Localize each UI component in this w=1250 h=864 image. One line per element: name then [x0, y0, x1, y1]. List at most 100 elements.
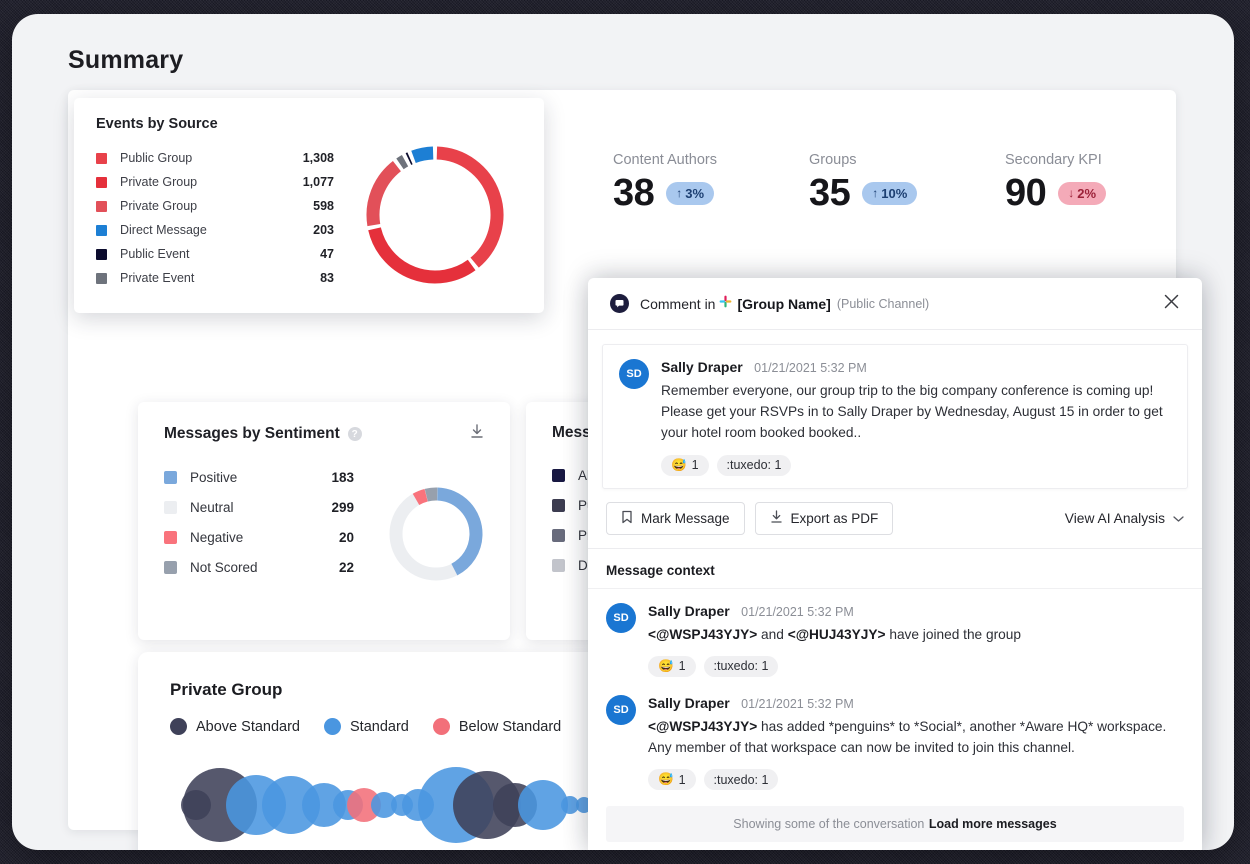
arrow-up-icon: ↑	[676, 186, 683, 200]
reaction-count: 1	[678, 772, 686, 787]
comment-prefix-label: Comment in	[640, 295, 716, 312]
mark-message-button[interactable]: Mark Message	[606, 501, 745, 535]
emoji-icon: 😅	[671, 457, 687, 472]
legend-label: Private Event	[120, 271, 195, 285]
bookmark-icon	[621, 510, 633, 527]
message-context-title: Message context	[588, 549, 1202, 589]
kpi-delta-value: 10%	[881, 185, 908, 201]
legend-value: 83	[320, 271, 334, 285]
kpi-value: 35	[809, 172, 851, 214]
legend-swatch	[164, 500, 177, 514]
help-icon[interactable]: ?	[347, 427, 362, 441]
legend-item: Negative 20	[164, 522, 354, 552]
donut-segment	[411, 146, 434, 164]
legend-value: 598	[313, 199, 334, 213]
kpi-label: Groups	[809, 152, 857, 168]
legend-swatch	[164, 560, 177, 574]
legend-label: Neutral	[190, 499, 234, 515]
legend-value: 1,077	[302, 175, 334, 189]
comment-bubble-icon	[610, 294, 629, 313]
bubble-legend: Above Standard Standard Below Standard	[170, 718, 601, 735]
legend-label: Positive	[190, 469, 238, 485]
export-pdf-button[interactable]: Export as PDF	[754, 501, 894, 535]
comment-panel-header: Comment in [Group Name] (Public Channel)	[588, 278, 1202, 330]
legend-value: 299	[331, 499, 354, 515]
reaction-chip[interactable]: 😅 1	[661, 454, 709, 476]
legend-dot	[170, 718, 187, 735]
kpi-label: Secondary KPI	[1005, 152, 1102, 168]
legend-item: Public Group 1,308	[96, 146, 334, 170]
events-donut-chart	[366, 146, 504, 284]
kpi-label: Content Authors	[613, 152, 717, 168]
legend-value: 1,308	[302, 151, 334, 165]
message-author: Sally Draper	[648, 694, 730, 711]
card-title: Messages by Sentiment	[164, 425, 340, 442]
legend-value: 47	[320, 247, 334, 261]
app-window: Summary Content Authors 38 ↑ 3% Groups 3…	[12, 14, 1234, 850]
legend-value: 22	[338, 559, 354, 575]
view-ai-analysis-label: View AI Analysis	[1064, 510, 1165, 526]
context-message: SD Sally Draper 01/21/2021 5:32 PM <@WSP…	[588, 681, 1202, 794]
kpi-value: 90	[1005, 172, 1047, 214]
avatar: SD	[606, 602, 636, 633]
reaction-chip[interactable]: :tuxedo: 1	[703, 655, 779, 677]
mark-message-label: Mark Message	[641, 510, 730, 526]
view-ai-analysis-dropdown[interactable]: View AI Analysis	[1065, 511, 1184, 526]
message-text-mid: and	[761, 626, 784, 642]
bubble-chart	[181, 767, 592, 843]
message-author: Sally Draper	[648, 602, 730, 619]
download-icon[interactable]	[470, 424, 484, 444]
legend-item: Not Scored 22	[164, 552, 354, 582]
legend-swatch	[96, 200, 107, 212]
message-text-tail: have joined the group	[889, 626, 1021, 642]
sentiment-legend: Positive 183 Neutral 299 Negative 20 Not…	[164, 462, 354, 582]
legend-dot	[324, 718, 341, 735]
reaction-chip[interactable]: 😅 1	[648, 769, 696, 791]
reaction-count: :tuxedo: 1	[713, 659, 769, 674]
arrow-down-icon: ↓	[1068, 186, 1075, 200]
legend-value: 203	[313, 223, 334, 237]
reaction-chip[interactable]: :tuxedo: 1	[716, 454, 792, 476]
close-icon[interactable]	[1163, 293, 1180, 315]
private-group-bubble-card: Private Group Above Standard Standard Be…	[138, 652, 633, 850]
legend-label: Standard	[350, 718, 409, 735]
legend-swatch	[96, 224, 107, 236]
legend-label: Public Event	[120, 247, 190, 261]
legend-item: Standard	[324, 718, 409, 735]
message-timestamp: 01/21/2021 5:32 PM	[741, 696, 854, 711]
legend-item: Below Standard	[432, 718, 561, 735]
kpi-strip: Content Authors 38 ↑ 3% Groups 35 ↑ 10% …	[613, 152, 1153, 262]
load-more-messages-link[interactable]: Load more messages	[929, 817, 1057, 831]
legend-item: Direct Message 203	[96, 218, 334, 242]
load-more-footer[interactable]: Showing some of the conversation Load mo…	[606, 806, 1184, 843]
message-timestamp: 01/21/2021 5:32 PM	[754, 361, 867, 375]
comment-panel-actions: Mark Message Export as PDF View AI Analy…	[588, 489, 1202, 549]
legend-dot	[432, 718, 450, 735]
reaction-chip[interactable]: :tuxedo: 1	[703, 769, 779, 791]
context-message: SD Sally Draper 01/21/2021 5:32 PM <@WSP…	[588, 589, 1202, 681]
legend-value: 20	[338, 529, 354, 545]
reaction-chip[interactable]: 😅 1	[648, 655, 696, 677]
channel-type-label: (Public Channel)	[836, 296, 930, 311]
page-title: Summary	[68, 46, 184, 74]
arrow-up-icon: ↑	[872, 186, 879, 200]
comment-panel: Comment in [Group Name] (Public Channel)	[588, 278, 1202, 850]
kpi-delta-value: 3%	[685, 185, 705, 201]
legend-swatch	[164, 530, 177, 544]
legend-value: 183	[331, 469, 354, 485]
kpi-delta-badge: ↓ 2%	[1058, 181, 1107, 205]
kpi-value: 38	[613, 172, 655, 214]
primary-message: SD Sally Draper 01/21/2021 5:32 PM Remem…	[602, 344, 1188, 489]
avatar: SD	[619, 359, 649, 389]
donut-segment	[368, 227, 476, 284]
kpi-delta-badge: ↑ 3%	[666, 181, 715, 205]
donut-segment	[396, 155, 409, 170]
sentiment-donut-chart	[389, 487, 483, 581]
legend-swatch	[96, 272, 107, 284]
bubble-point[interactable]	[518, 780, 568, 830]
reaction-count: :tuxedo: 1	[713, 772, 769, 787]
message-text: Remember everyone, our group trip to the…	[661, 383, 1163, 441]
reaction-count: 1	[678, 659, 686, 674]
card-header: Messages by Sentiment ?	[164, 424, 484, 444]
message-timestamp: 01/21/2021 5:32 PM	[741, 604, 854, 619]
